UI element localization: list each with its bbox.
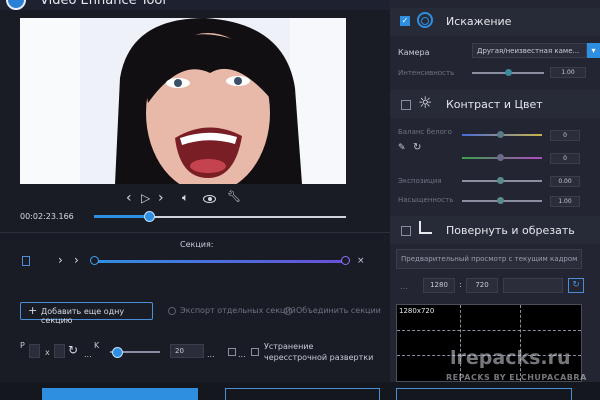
volume-icon[interactable]: 🔈︎ bbox=[182, 191, 189, 205]
crop-icon bbox=[419, 221, 432, 234]
play-button[interactable]: ▷ bbox=[141, 191, 150, 205]
export-separate-label: Экспорт отдельных секций bbox=[180, 306, 296, 315]
eye-pupil bbox=[207, 197, 212, 201]
video-preview bbox=[20, 18, 346, 184]
wb-value-2[interactable]: 0 bbox=[550, 153, 580, 164]
video-frame bbox=[20, 18, 346, 184]
camera-select[interactable]: Другая/неизвестная каме... bbox=[472, 43, 587, 58]
reset-wb-icon[interactable]: ↻ bbox=[413, 142, 421, 153]
playback-progress bbox=[94, 215, 148, 218]
crop-grid-line bbox=[397, 330, 581, 332]
crop-grid-line bbox=[459, 305, 461, 381]
current-time: 00:02:23.166 bbox=[20, 212, 74, 221]
settings-wrench-icon[interactable]: 🔧︎ bbox=[227, 190, 241, 203]
section-start-handle[interactable] bbox=[90, 256, 99, 265]
resize-height-input[interactable] bbox=[54, 344, 65, 358]
add-section-label: Добавить еще одну секцию bbox=[41, 307, 125, 325]
lens-icon bbox=[417, 12, 433, 28]
quality-slider-knob[interactable] bbox=[112, 347, 123, 358]
plus-icon: + bbox=[28, 304, 38, 317]
crop-dots: ... bbox=[400, 282, 408, 291]
resize-dots-3: ... bbox=[238, 350, 246, 359]
camera-label: Камера bbox=[398, 48, 430, 57]
white-balance-label: Баланс белого bbox=[398, 128, 452, 136]
section-prev-button[interactable]: › bbox=[58, 253, 63, 267]
rotate-title: Повернуть и обрезать bbox=[446, 224, 575, 237]
preview-placeholder: Предварительный просмотр с текущим кадро… bbox=[401, 255, 578, 263]
crop-preview-size: 1280x720 bbox=[399, 307, 435, 315]
saturation-value[interactable]: 1.00 bbox=[550, 196, 580, 207]
resize-width-input[interactable] bbox=[29, 344, 40, 358]
merge-sections-label: Объединить секции bbox=[296, 306, 381, 315]
section-range-bar[interactable] bbox=[94, 260, 346, 263]
chevron-down-icon[interactable]: ▾ bbox=[587, 43, 600, 58]
exposure-slider-knob[interactable] bbox=[497, 177, 504, 184]
tertiary-action-button[interactable] bbox=[396, 388, 572, 400]
section-end-handle[interactable] bbox=[341, 256, 350, 265]
rotate-checkbox[interactable] bbox=[401, 226, 411, 236]
divider bbox=[0, 232, 390, 233]
crop-separator: : bbox=[459, 280, 462, 289]
app-title: Video Enhance Tool bbox=[40, 0, 166, 8]
deinterlace-checkbox[interactable] bbox=[251, 348, 259, 356]
merge-sections-radio[interactable] bbox=[284, 307, 292, 315]
secondary-action-button[interactable] bbox=[225, 388, 380, 400]
deinterlace-label: Устранение чересстрочной развертки bbox=[264, 342, 374, 362]
quality-value-input[interactable]: 20 bbox=[170, 344, 204, 358]
crop-reset-icon[interactable]: ↻ bbox=[568, 278, 584, 293]
intensity-value[interactable]: 1.00 bbox=[550, 67, 586, 78]
preview-eye-icon[interactable] bbox=[203, 195, 216, 203]
resize-dots-1: ... bbox=[84, 350, 92, 359]
saturation-slider-knob[interactable] bbox=[497, 197, 504, 204]
primary-action-button[interactable] bbox=[42, 388, 198, 400]
camera-select-value: Другая/неизвестная каме... bbox=[477, 47, 580, 55]
wb-value-1[interactable]: 0 bbox=[550, 130, 580, 141]
wb-temperature-knob[interactable] bbox=[497, 131, 504, 138]
resize-x-label: x bbox=[45, 348, 50, 357]
add-section-button[interactable]: + Добавить еще одну секцию bbox=[20, 302, 153, 325]
resize-p-label: P bbox=[20, 341, 25, 350]
contrast-checkbox[interactable] bbox=[401, 100, 411, 110]
crop-width-input[interactable]: 1280 bbox=[423, 278, 455, 293]
option-checkbox[interactable] bbox=[228, 348, 236, 356]
reset-resize-icon[interactable]: ↻ bbox=[68, 343, 78, 357]
intensity-slider-knob[interactable] bbox=[505, 69, 512, 76]
watermark-credit: REPACKS BY ELCHUPACABRA bbox=[446, 373, 587, 382]
sun-icon: ☼ bbox=[418, 93, 433, 112]
resize-k-label: K bbox=[94, 341, 100, 350]
distortion-checkbox[interactable]: ✓ bbox=[400, 16, 410, 26]
lens-inner bbox=[421, 17, 429, 25]
crop-preview[interactable]: 1280x720 bbox=[396, 304, 582, 382]
eyedropper-icon[interactable]: ✎ bbox=[398, 143, 406, 153]
watermark-site: lrepacks.ru bbox=[450, 347, 571, 369]
intensity-label: Интенсивность bbox=[398, 69, 455, 77]
resize-dots-2: ... bbox=[207, 350, 215, 359]
section-remove-icon[interactable]: × bbox=[357, 256, 365, 266]
crop-grid-line bbox=[520, 305, 522, 381]
section-next-button[interactable]: › bbox=[74, 253, 79, 267]
contrast-title: Контраст и Цвет bbox=[446, 98, 543, 111]
export-separate-radio[interactable] bbox=[168, 307, 176, 315]
export-icon[interactable] bbox=[22, 256, 30, 266]
section-label: Секция: bbox=[180, 240, 214, 249]
exposure-value[interactable]: 0.00 bbox=[550, 176, 580, 187]
preview-current-frame-input[interactable]: Предварительный просмотр с текущим кадро… bbox=[396, 249, 582, 269]
crop-height-input[interactable]: 720 bbox=[466, 278, 498, 293]
prev-frame-button[interactable]: ‹ bbox=[126, 190, 132, 206]
wb-tint-knob[interactable] bbox=[497, 154, 504, 161]
playback-knob[interactable] bbox=[144, 211, 155, 222]
exposure-label: Экспозиция bbox=[398, 177, 442, 185]
saturation-label: Насыщенность bbox=[398, 196, 454, 204]
distortion-title: Искажение bbox=[446, 15, 512, 28]
crop-ratio-select[interactable] bbox=[503, 278, 563, 293]
next-frame-button[interactable]: › bbox=[158, 190, 164, 206]
